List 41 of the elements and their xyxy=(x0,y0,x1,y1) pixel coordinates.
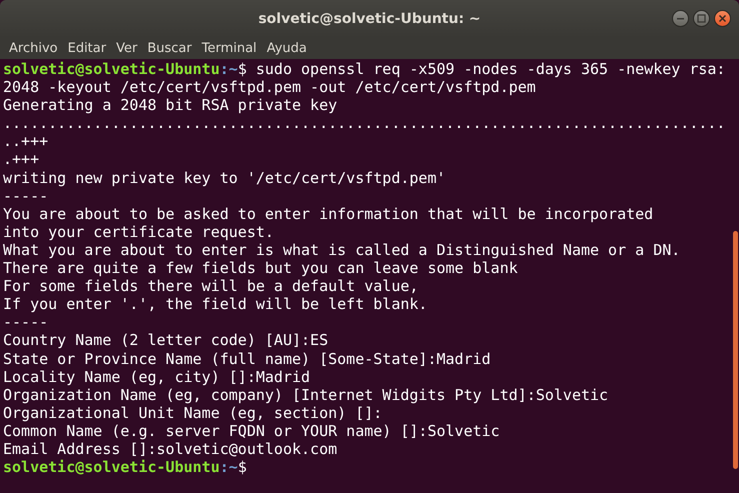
minimize-button[interactable] xyxy=(672,10,689,27)
output-line: If you enter '.', the field will be left blank. xyxy=(3,295,428,314)
command-text: 2048 -keyout /etc/cert/vsftpd.pem -out /etc/cert/vsftpd.pem xyxy=(3,78,537,96)
output-line: ----- xyxy=(3,313,50,332)
output-line: There are quite a few fields but you can leave some blank xyxy=(3,259,519,278)
menu-item[interactable]: Ver xyxy=(111,40,142,56)
output-line: .+++ xyxy=(3,150,40,169)
menu-item[interactable]: Editar xyxy=(62,40,112,56)
output-line: State or Province Name (full name) [Some-State]:Madrid xyxy=(3,350,492,368)
prompt-path: :~ xyxy=(220,458,238,476)
output-line: writing new private key to '/etc/cert/vsftpd.pem' xyxy=(3,168,447,187)
menu-item[interactable]: Terminal xyxy=(196,40,262,56)
menu-item[interactable]: Archivo xyxy=(4,40,63,56)
menu-item[interactable]: Ayuda xyxy=(262,40,312,56)
maximize-button[interactable] xyxy=(693,10,710,27)
output-line: What you are about to enter is what is called a Distinguished Name or a DN. xyxy=(3,240,682,260)
prompt-user: solvetic@solvetic-Ubuntu xyxy=(3,458,220,476)
prompt-path: :~ xyxy=(220,60,238,78)
close-icon xyxy=(718,14,727,23)
output-line: Locality Name (eg, city) []:Madrid xyxy=(3,368,312,386)
output-line: into your certificate request. xyxy=(3,222,275,241)
command-text: sudo openssl req -x509 -nodes -days 365 -newkey rsa: xyxy=(256,60,726,78)
maximize-icon xyxy=(697,14,706,23)
output-line: Common Name (e.g. server FQDN or YOUR name) []:Solvetic xyxy=(3,422,501,440)
close-button[interactable] xyxy=(714,10,731,27)
prompt-symbol: $ xyxy=(238,458,247,476)
scrollbar[interactable] xyxy=(733,231,738,469)
output-line: For some fields there will be a default value, xyxy=(3,277,420,296)
output-line: Generating a 2048 bit RSA private key xyxy=(3,96,338,114)
menu-item[interactable]: Buscar xyxy=(142,40,197,56)
output-line: ..+++ xyxy=(3,132,50,150)
output-line: ----- xyxy=(3,186,50,205)
output-line: Organization Name (eg, company) [Internet Widgits Pty Ltd]:Solvetic xyxy=(3,386,610,404)
output-line: Email Address []:solvetic@outlook.com xyxy=(3,440,338,458)
output-line: ................................................................................ xyxy=(3,114,726,132)
window-title: solvetic@solvetic-Ubuntu: ~ xyxy=(258,10,481,26)
output-line: Country Name (2 letter code) [AU]:ES xyxy=(3,331,330,350)
prompt-user: solvetic@solvetic-Ubuntu xyxy=(3,60,220,78)
prompt-symbol: $ xyxy=(238,60,247,78)
output-line: Organizational Unit Name (eg, section) []: xyxy=(3,404,384,422)
output-line: You are about to be asked to enter information that will be incorporated xyxy=(3,204,654,223)
